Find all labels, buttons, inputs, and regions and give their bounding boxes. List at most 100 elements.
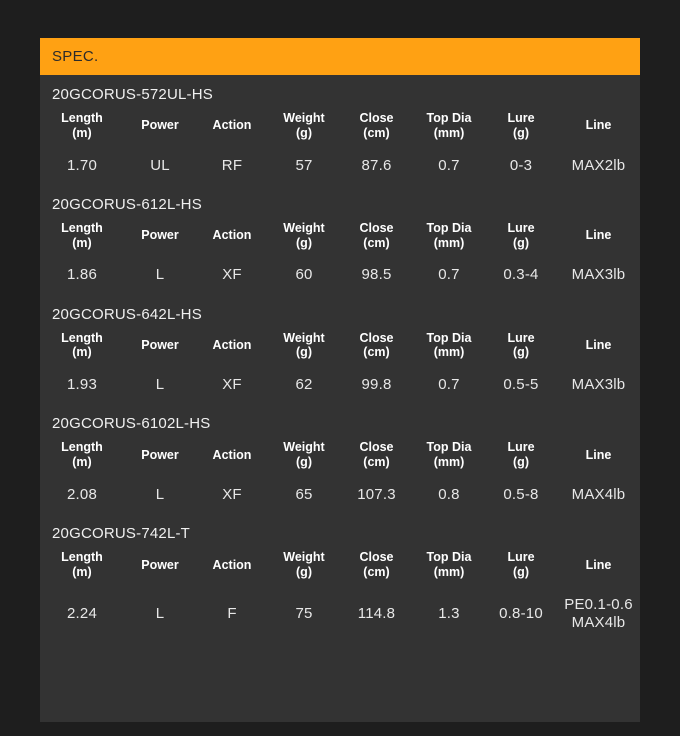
column-header-action: Action: [196, 105, 268, 145]
column-header-label: Lure: [507, 330, 535, 345]
column-header-unit: (m): [72, 235, 92, 250]
cell-close: 98.5: [361, 266, 392, 284]
column-header-unit: (m): [72, 455, 92, 470]
spec-table: Length (m) Power Action Weight (g) Close (cm) To…: [40, 434, 640, 514]
column-header-label: Lure: [507, 220, 535, 235]
column-header-line: Line: [557, 215, 640, 255]
spec-block: 20GCORUS-572UL-HS Length (m) Power Action Wei…: [40, 75, 640, 185]
cell-line: MAX3lb: [571, 376, 626, 394]
cell-line-primary: PE0.1-0.6: [564, 595, 633, 613]
column-header-label: Close: [359, 111, 394, 125]
cell-top-dia: 0.8: [438, 485, 460, 503]
cell-lure: 0.8-10: [499, 604, 543, 622]
cell-close: 107.3: [357, 485, 396, 503]
column-header-action: Action: [196, 434, 268, 474]
cell-action: XF: [222, 376, 242, 394]
column-header-top-dia: Top Dia (mm): [413, 434, 485, 474]
column-header-unit: (mm): [433, 235, 465, 250]
table-header-row: Length (m) Power Action Weight (g) Close (cm) To…: [40, 544, 640, 584]
column-header-unit: (m): [72, 345, 92, 360]
column-header-label: Close: [359, 220, 394, 235]
column-header-label: Length: [61, 330, 103, 345]
spec-table-list: 20GCORUS-572UL-HS Length (m) Power Action Wei…: [40, 75, 640, 642]
cell-length: 2.24: [67, 604, 97, 622]
column-header-label: Close: [359, 550, 394, 565]
column-header-length: Length (m): [40, 215, 124, 255]
column-header-label: Length: [61, 550, 103, 565]
cell-line: PE0.1-0.6 MAX4lb: [557, 584, 640, 643]
column-header-label: Lure: [507, 111, 535, 125]
cell-lure: 0-3: [509, 156, 533, 174]
column-header-weight: Weight (g): [268, 434, 340, 474]
column-header-label: Close: [359, 330, 394, 345]
column-header-unit: (g): [296, 455, 312, 470]
spec-table: Length (m) Power Action Weight (g) Close (cm) To…: [40, 544, 640, 642]
column-header-unit: (g): [296, 345, 312, 360]
column-header-label: Line: [585, 228, 612, 243]
column-header-unit: (mm): [433, 455, 465, 470]
model-name: 20GCORUS-572UL-HS: [52, 86, 213, 103]
column-header-label: Length: [61, 220, 103, 235]
cell-action: F: [227, 604, 237, 622]
column-header-label: Top Dia: [426, 550, 472, 565]
cell-action: XF: [222, 266, 242, 284]
column-header-weight: Weight (g): [268, 325, 340, 365]
column-header-action: Action: [196, 215, 268, 255]
table-row: 2.24 L F 75 114.8 1.3 0.8-10 PE0.1-0.6 MAX4lb: [40, 584, 640, 643]
cell-power: L: [155, 266, 165, 284]
cell-length: 1.93: [67, 376, 97, 394]
cell-length: 1.70: [67, 156, 97, 174]
column-header-top-dia: Top Dia (mm): [413, 544, 485, 584]
cell-weight: 65: [295, 485, 313, 503]
column-header-power: Power: [124, 325, 196, 365]
cell-weight: 57: [295, 156, 313, 174]
cell-line: MAX3lb: [571, 266, 626, 284]
column-header-label: Power: [141, 447, 179, 462]
column-header-label: Lure: [507, 440, 535, 455]
column-header-unit: (g): [513, 235, 529, 250]
column-header-unit: (m): [72, 125, 92, 140]
column-header-unit: (cm): [363, 455, 390, 470]
column-header-label: Action: [212, 447, 252, 462]
table-header-row: Length (m) Power Action Weight (g) Close (cm) To…: [40, 434, 640, 474]
model-name: 20GCORUS-742L-T: [52, 525, 191, 543]
table-header-row: Length (m) Power Action Weight (g) Close (cm) To…: [40, 325, 640, 365]
column-header-label: Length: [61, 440, 103, 455]
table-row: 1.70 UL RF 57 87.6 0.7 0-3 MAX2lb: [40, 145, 640, 185]
column-header-label: Action: [212, 228, 252, 243]
column-header-label: Weight: [283, 220, 325, 235]
column-header-unit: (g): [513, 345, 529, 360]
spec-block: 20GCORUS-612L-HS Length (m) Power Action Weig…: [40, 185, 640, 295]
column-header-unit: (cm): [363, 564, 390, 579]
cell-power: L: [155, 376, 165, 394]
column-header-power: Power: [124, 215, 196, 255]
model-name: 20GCORUS-6102L-HS: [52, 415, 211, 433]
column-header-label: Power: [141, 228, 179, 243]
column-header-unit: (cm): [363, 125, 390, 140]
column-header-label: Top Dia: [426, 330, 472, 345]
column-header-label: Weight: [283, 440, 325, 455]
spec-block: 20GCORUS-642L-HS Length (m) Power Action Weig…: [40, 295, 640, 405]
column-header-unit: (cm): [363, 235, 390, 250]
cell-power: L: [155, 485, 165, 503]
column-header-close: Close (cm): [340, 544, 413, 584]
cell-lure: 0.5-8: [503, 485, 539, 503]
column-header-power: Power: [124, 434, 196, 474]
column-header-length: Length (m): [40, 325, 124, 365]
column-header-close: Close (cm): [340, 434, 413, 474]
column-header-label: Line: [585, 337, 612, 352]
column-header-unit: (mm): [433, 564, 465, 579]
table-row: 1.93 L XF 62 99.8 0.7 0.5-5 MAX3lb: [40, 364, 640, 404]
cell-lure: 0.3-4: [503, 266, 539, 284]
spec-header-title: SPEC.: [52, 48, 99, 65]
column-header-weight: Weight (g): [268, 105, 340, 145]
cell-power: UL: [150, 156, 170, 174]
column-header-unit: (g): [513, 125, 529, 140]
cell-action: RF: [221, 156, 243, 174]
spec-table: Length (m) Power Action Weight (g) Close (cm) To…: [40, 325, 640, 405]
column-header-close: Close (cm): [340, 105, 413, 145]
column-header-close: Close (cm): [340, 215, 413, 255]
column-header-lure: Lure (g): [485, 544, 557, 584]
column-header-lure: Lure (g): [485, 434, 557, 474]
spec-table: Length (m) Power Action Weight (g) Close (cm) To…: [40, 105, 640, 185]
